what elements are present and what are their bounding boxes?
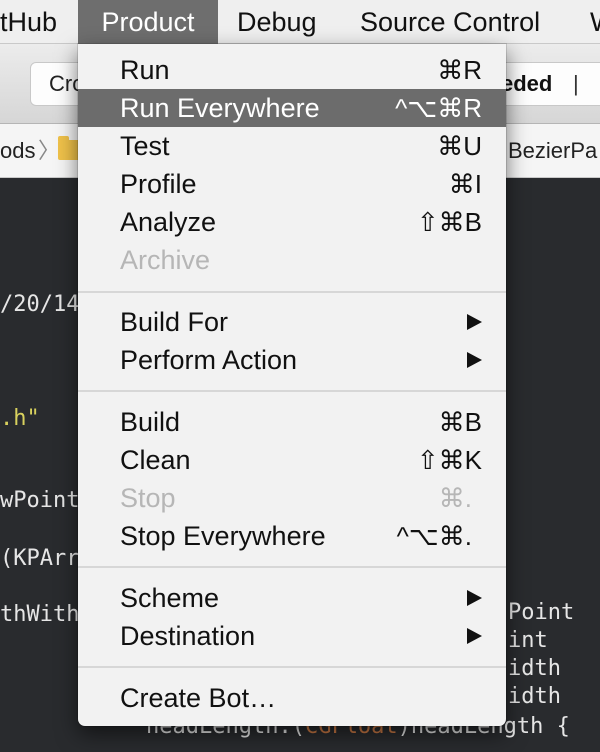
menu-item-perform-action[interactable]: Perform Action	[78, 341, 506, 379]
code-line: idth	[508, 684, 561, 709]
menu-item-label: Analyze	[120, 207, 217, 237]
breadcrumb-file[interactable]: BezierPa	[508, 124, 597, 178]
submenu-arrow-icon	[467, 314, 482, 330]
code-line: Point	[508, 600, 575, 625]
menu-item-shortcut: ⌘B	[438, 407, 482, 437]
menu-item-label: Stop Everywhere	[120, 521, 326, 551]
status-label: eded	[501, 71, 553, 96]
menu-item-build[interactable]: Build ⌘B	[78, 403, 506, 441]
menu-item-build-for[interactable]: Build For	[78, 303, 506, 341]
breadcrumb-project[interactable]: ods	[0, 124, 35, 178]
menu-item-label: Build	[120, 407, 181, 437]
menu-item-label: Test	[120, 131, 170, 161]
menu-bar-item-github[interactable]: tHub	[0, 0, 65, 44]
menu-item-label: Build For	[120, 307, 229, 337]
menu-item-label: Scheme	[120, 583, 220, 613]
menu-item-shortcut: ^⌥⌘R	[395, 93, 482, 123]
menu-item-shortcut: ⇧⌘K	[416, 445, 482, 475]
submenu-arrow-icon	[467, 590, 482, 606]
submenu-arrow-icon	[467, 628, 482, 644]
menu-item-run-everywhere[interactable]: Run Everywhere ^⌥⌘R	[78, 89, 506, 127]
menu-item-shortcut: ^⌥⌘.	[396, 521, 472, 551]
code-line: (KPArr	[0, 546, 80, 571]
menu-item-analyze[interactable]: Analyze ⇧⌘B	[78, 203, 506, 241]
code-line: thWith	[0, 602, 80, 627]
menu-item-shortcut: ⇧⌘B	[416, 207, 482, 237]
code-line: .h"	[0, 406, 40, 431]
menu-item-test[interactable]: Test ⌘U	[78, 127, 506, 165]
submenu-arrow-icon	[467, 352, 482, 368]
menu-bar-item-debug[interactable]: Debug	[237, 0, 317, 44]
menu-separator	[78, 390, 506, 392]
menu-item-destination[interactable]: Destination	[78, 617, 506, 655]
code-line: /20/14	[0, 292, 80, 317]
menu-item-archive: Archive	[78, 241, 506, 279]
product-menu: Run ⌘R Run Everywhere ^⌥⌘R Test ⌘U Profi…	[78, 44, 506, 726]
menu-separator	[78, 291, 506, 293]
menu-item-profile[interactable]: Profile ⌘I	[78, 165, 506, 203]
breadcrumb-chevron-icon: 〉	[38, 138, 61, 163]
menu-bar: tHub Product Debug Source Control W	[0, 0, 600, 44]
menu-item-shortcut: ⌘.	[438, 483, 472, 513]
menu-item-shortcut: ⌘U	[437, 131, 482, 161]
menu-bar-item-window[interactable]: W	[590, 0, 600, 44]
menu-bar-item-source-control[interactable]: Source Control	[360, 0, 540, 44]
code-line: idth	[508, 656, 561, 681]
menu-item-label: Profile	[120, 169, 197, 199]
menu-item-label: Stop	[120, 483, 176, 513]
menu-item-label: Destination	[120, 621, 256, 651]
menu-item-scheme[interactable]: Scheme	[78, 579, 506, 617]
code-line: int	[508, 628, 548, 653]
menu-separator	[78, 666, 506, 668]
menu-item-label: Create Bot…	[120, 683, 277, 713]
menu-item-create-bot[interactable]: Create Bot…	[78, 679, 506, 717]
menu-item-stop-everywhere[interactable]: Stop Everywhere ^⌥⌘.	[78, 517, 506, 555]
menu-item-stop: Stop ⌘.	[78, 479, 506, 517]
menu-item-label: Run Everywhere	[120, 93, 320, 123]
menu-item-shortcut: ⌘R	[437, 55, 482, 85]
menu-item-label: Run	[120, 55, 170, 85]
status-separator: |	[573, 71, 579, 96]
menu-item-label: Perform Action	[120, 345, 298, 375]
menu-separator	[78, 566, 506, 568]
menu-item-shortcut: ⌘I	[448, 169, 482, 199]
menu-item-clean[interactable]: Clean ⇧⌘K	[78, 441, 506, 479]
menu-item-label: Clean	[120, 445, 191, 475]
code-line: wPoint	[0, 488, 80, 513]
menu-bar-item-product[interactable]: Product	[78, 0, 218, 44]
menu-item-run[interactable]: Run ⌘R	[78, 51, 506, 89]
menu-item-label: Archive	[120, 245, 211, 275]
